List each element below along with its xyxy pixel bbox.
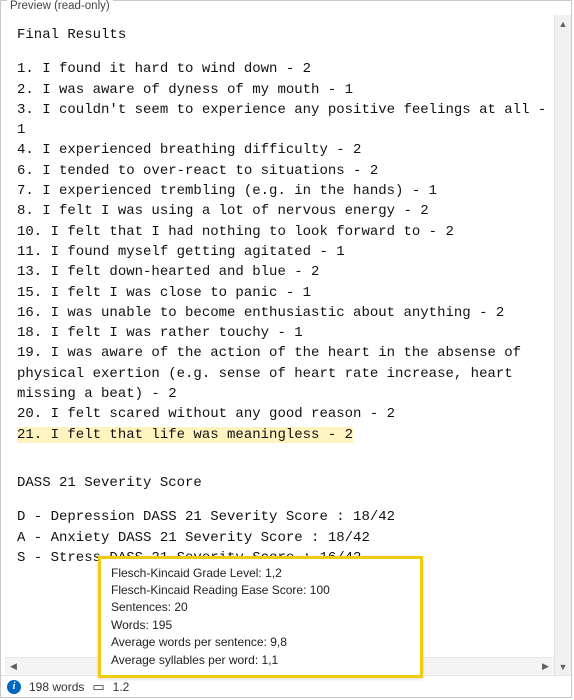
result-item: 13. I felt down-hearted and blue - 2 <box>17 262 555 282</box>
tooltip-line: Average syllables per word: 1,1 <box>111 652 410 669</box>
readability-icon[interactable]: ▭ <box>92 679 104 695</box>
readability-tooltip: Flesch-Kincaid Grade Level: 1,2 Flesch-K… <box>98 556 423 678</box>
tooltip-line: Words: 195 <box>111 617 410 634</box>
result-item: 6. I tended to over-react to situations … <box>17 161 555 181</box>
result-item: 19. I was aware of the action of the hea… <box>17 343 555 404</box>
preview-panel: Preview (read-only) Final Results 1. I f… <box>0 0 572 698</box>
scrollbar-track[interactable] <box>555 32 571 658</box>
scroll-right-icon[interactable]: ▶ <box>537 658 554 675</box>
tooltip-line: Flesch-Kincaid Grade Level: 1,2 <box>111 565 410 582</box>
preview-content: Final Results 1. I found it hard to wind… <box>5 15 567 578</box>
scroll-up-icon[interactable]: ▲ <box>555 15 571 32</box>
readability-grade[interactable]: 1.2 <box>113 680 130 694</box>
result-item: 11. I found myself getting agitated - 1 <box>17 242 555 262</box>
result-item-highlighted: 21. I felt that life was meaningless - 2 <box>17 425 555 445</box>
result-item: 15. I felt I was close to panic - 1 <box>17 283 555 303</box>
result-item: 18. I felt I was rather touchy - 1 <box>17 323 555 343</box>
result-item: 2. I was aware of dyness of my mouth - 1 <box>17 80 555 100</box>
info-icon[interactable]: i <box>7 680 21 694</box>
result-item: 10. I felt that I had nothing to look fo… <box>17 222 555 242</box>
word-count[interactable]: 198 words <box>29 680 84 694</box>
severity-score: A - Anxiety DASS 21 Severity Score : 18/… <box>17 528 555 548</box>
result-item: 1. I found it hard to wind down - 2 <box>17 59 555 79</box>
result-item: 3. I couldn't seem to experience any pos… <box>17 100 555 141</box>
tooltip-line: Average words per sentence: 9,8 <box>111 634 410 651</box>
scroll-left-icon[interactable]: ◀ <box>5 658 22 675</box>
status-bar: i 198 words ▭ 1.2 <box>1 675 571 697</box>
vertical-scrollbar[interactable]: ▲ ▼ <box>554 15 571 675</box>
severity-score: D - Depression DASS 21 Severity Score : … <box>17 507 555 527</box>
panel-title: Preview (read-only) <box>7 0 113 12</box>
tooltip-line: Flesch-Kincaid Reading Ease Score: 100 <box>111 582 410 599</box>
result-item: 4. I experienced breathing difficulty - … <box>17 140 555 160</box>
result-item: 16. I was unable to become enthusiastic … <box>17 303 555 323</box>
scroll-down-icon[interactable]: ▼ <box>555 658 571 675</box>
results-heading: Final Results <box>17 25 555 45</box>
result-item: 7. I experienced trembling (e.g. in the … <box>17 181 555 201</box>
result-item: 20. I felt scared without any good reaso… <box>17 404 555 424</box>
severity-heading: DASS 21 Severity Score <box>17 473 555 493</box>
result-item: 8. I felt I was using a lot of nervous e… <box>17 201 555 221</box>
tooltip-line: Sentences: 20 <box>111 599 410 616</box>
